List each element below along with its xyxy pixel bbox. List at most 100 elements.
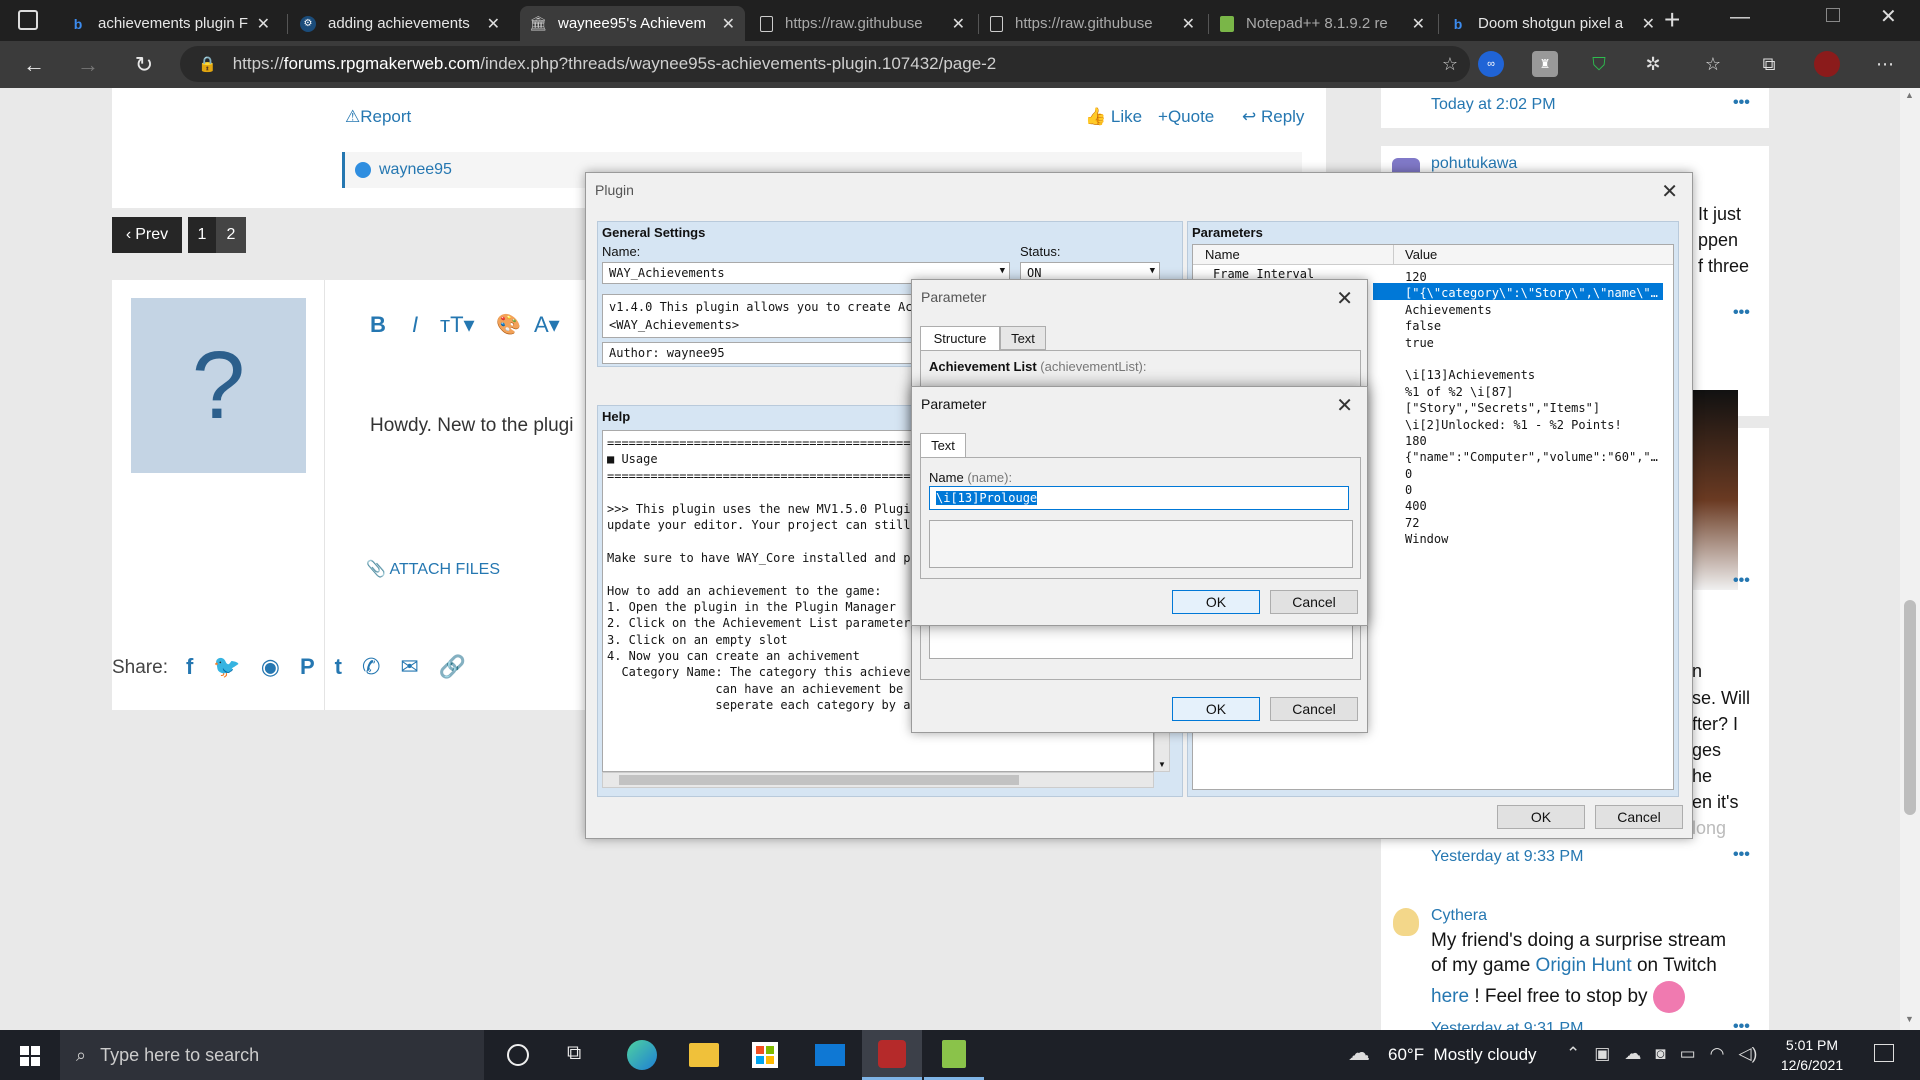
tab-text[interactable]: Text (920, 433, 966, 457)
quote-button[interactable]: +Quote (1158, 107, 1214, 127)
tab-structure[interactable]: Structure (920, 326, 1000, 350)
chevron-up-icon[interactable]: ⌃ (1566, 1044, 1580, 1064)
bold-icon[interactable]: B (370, 312, 386, 338)
extensions-icon[interactable]: ✲ (1640, 51, 1666, 77)
close-icon[interactable]: ✕ (1661, 179, 1678, 204)
new-tab-button[interactable]: + (1664, 4, 1680, 36)
whatsapp-icon[interactable]: ✆ (362, 654, 380, 680)
ok-button[interactable]: OK (1172, 590, 1260, 614)
param-value-cell[interactable]: 72 (1405, 513, 1667, 529)
pinterest-icon[interactable]: P (300, 654, 315, 680)
param-value-cell[interactable]: \i[13]Achievements (1405, 365, 1667, 381)
param-value-cell[interactable]: ["{\"category\":\"Story\",\"name\"… (1405, 283, 1667, 299)
attach-files-button[interactable]: 📎 ATTACH FILES (366, 559, 500, 579)
file-explorer-icon[interactable] (689, 1043, 719, 1067)
favorites-icon[interactable]: ☆ (1700, 51, 1726, 77)
url-input[interactable]: 🔒 https://forums.rpgmakerweb.com/index.p… (180, 46, 1470, 82)
param-value-cell[interactable]: 120 (1405, 267, 1667, 283)
tab-text[interactable]: Text (1000, 326, 1046, 350)
param-value-cell[interactable] (1405, 349, 1667, 365)
weather-text[interactable]: 60°F Mostly cloudy (1388, 1045, 1537, 1065)
tab-7[interactable]: b Doom shotgun pixel a ✕ (1440, 6, 1665, 41)
param-value-cell[interactable]: 180 (1405, 431, 1667, 447)
page-1-button[interactable]: 1 (188, 217, 216, 253)
reddit-icon[interactable]: ◉ (261, 654, 280, 680)
notepad-taskbar-icon[interactable] (924, 1030, 984, 1080)
twitter-icon[interactable]: 🐦 (213, 654, 240, 680)
value-column-header[interactable]: Value (1405, 247, 1437, 262)
close-icon[interactable]: ✕ (1182, 14, 1195, 34)
more-icon[interactable]: ••• (1733, 304, 1750, 322)
battery-icon[interactable]: ▭ (1680, 1044, 1696, 1064)
facebook-icon[interactable]: f (186, 654, 193, 680)
game-link[interactable]: Origin Hunt (1536, 955, 1632, 976)
sidebar-username[interactable]: pohutukawa (1431, 155, 1517, 173)
windows-start-icon[interactable] (20, 1046, 40, 1066)
back-icon[interactable]: ← (18, 49, 50, 81)
timestamp[interactable]: Yesterday at 9:33 PM (1431, 848, 1583, 866)
page-2-button[interactable]: 2 (216, 217, 246, 253)
close-icon[interactable]: ✕ (487, 14, 500, 34)
tab-4[interactable]: https://raw.githubuse ✕ (750, 6, 975, 41)
task-view-icon[interactable]: ⧉ (567, 1042, 581, 1065)
param-value-cell[interactable]: 400 (1405, 496, 1667, 512)
prev-page-button[interactable]: ‹ Prev (112, 217, 182, 253)
close-icon[interactable]: ✕ (1336, 286, 1353, 311)
cancel-button[interactable]: Cancel (1270, 697, 1358, 721)
editor-body[interactable]: Howdy. New to the plugi (370, 415, 573, 437)
clock[interactable]: 5:01 PM 12/6/2021 (1768, 1035, 1856, 1075)
param-value-cell[interactable]: \i[2]Unlocked: %1 - %2 Points! (1405, 415, 1667, 431)
font-icon[interactable]: A▾ (534, 312, 560, 338)
close-icon[interactable]: ✕ (1412, 14, 1425, 34)
scrollbar-thumb[interactable] (1904, 600, 1916, 815)
param-value-cell[interactable]: {"name":"Computer","volume":"60","… (1405, 447, 1667, 463)
close-icon[interactable]: ✕ (1642, 14, 1655, 34)
more-icon[interactable]: ••• (1733, 94, 1750, 112)
favorite-add-icon[interactable]: ☆ (1442, 54, 1458, 75)
close-icon[interactable]: ✕ (722, 14, 735, 34)
tumblr-icon[interactable]: t (335, 654, 342, 680)
sidebar-username[interactable]: Cythera (1431, 907, 1487, 925)
restore-button[interactable] (1826, 8, 1840, 22)
refresh-icon[interactable]: ↻ (128, 49, 160, 81)
param-value-cell[interactable]: true (1405, 333, 1667, 349)
tray-app-icon[interactable]: ▣ (1594, 1044, 1610, 1064)
param-value-cell[interactable]: 0 (1405, 464, 1667, 480)
extension-icon[interactable]: ♜ (1532, 51, 1558, 77)
text-size-icon[interactable]: тT▾ (440, 312, 475, 338)
taskbar-search[interactable]: ⌕ Type here to search (60, 1030, 484, 1080)
link-icon[interactable]: 🔗 (439, 654, 466, 680)
color-palette-icon[interactable]: 🎨 (496, 312, 521, 337)
mail-icon[interactable] (815, 1044, 845, 1066)
more-icon[interactable]: ••• (1733, 572, 1750, 590)
more-icon[interactable]: ••• (1733, 846, 1750, 864)
close-icon[interactable]: ✕ (257, 14, 270, 34)
report-link[interactable]: ⚠Report (345, 107, 411, 127)
param-value-cell[interactable]: %1 of %2 \i[87] (1405, 382, 1667, 398)
help-scrollbar-h[interactable] (602, 772, 1154, 788)
italic-icon[interactable]: I (412, 312, 418, 338)
ok-button[interactable]: OK (1497, 805, 1585, 829)
like-button[interactable]: 👍 Like (1085, 107, 1142, 127)
tray-app-icon[interactable]: ◙ (1655, 1044, 1665, 1064)
collections-icon[interactable]: ⧉ (1756, 51, 1782, 77)
more-icon[interactable]: ••• (1733, 1018, 1750, 1030)
name-input[interactable]: \i[13]Prolouge (929, 486, 1349, 510)
minimize-button[interactable]: — (1730, 6, 1750, 29)
weather-icon[interactable]: ☁ (1348, 1040, 1370, 1066)
timestamp[interactable]: Yesterday at 9:31 PM (1431, 1020, 1583, 1030)
timestamp[interactable]: Today at 2:02 PM (1431, 96, 1556, 114)
wifi-icon[interactable]: ◠ (1710, 1044, 1725, 1064)
tab-3[interactable]: 🏛 waynee95's Achievem ✕ (520, 6, 745, 41)
more-icon[interactable]: ⋯ (1872, 51, 1898, 77)
tab-6[interactable]: Notepad++ 8.1.9.2 re ✕ (1210, 6, 1435, 41)
avatar[interactable] (1814, 51, 1840, 77)
param-value-cell[interactable]: Window (1405, 529, 1667, 545)
volume-icon[interactable]: ◁) (1739, 1044, 1758, 1064)
cortana-icon[interactable] (507, 1044, 529, 1066)
cancel-button[interactable]: Cancel (1270, 590, 1358, 614)
store-icon[interactable] (752, 1042, 778, 1068)
shield-icon[interactable]: ⛉ (1586, 51, 1612, 77)
rpg-maker-taskbar-icon[interactable] (862, 1030, 922, 1080)
tab-2[interactable]: ⚙ adding achievements ✕ (290, 6, 510, 41)
